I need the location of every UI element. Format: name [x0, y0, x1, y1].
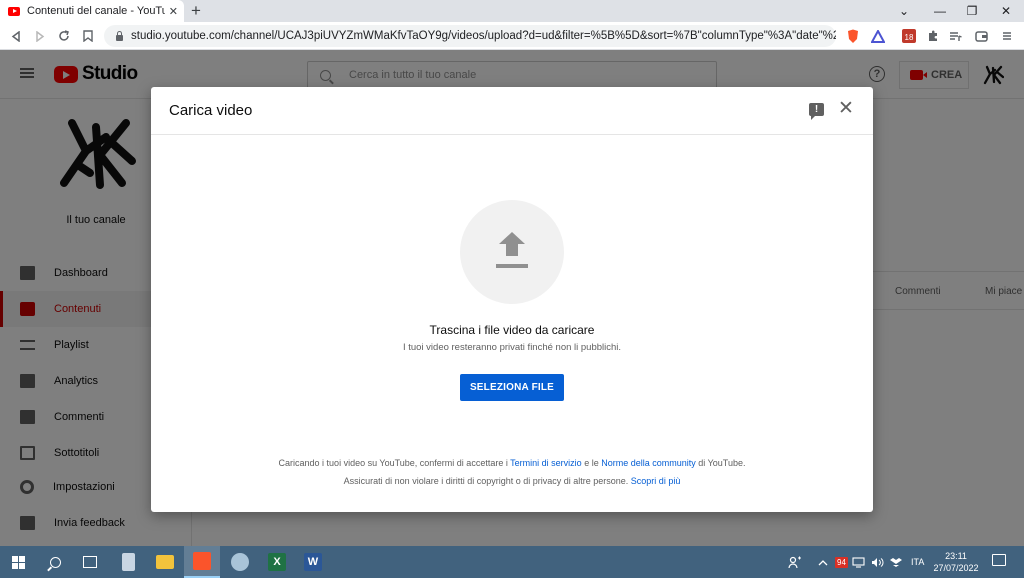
browser-tab[interactable]: Contenuti del canale - YouTube Studio ✕	[0, 0, 184, 22]
extension-badge-icon[interactable]: 18	[900, 27, 918, 45]
taskbar-app-brave[interactable]	[184, 546, 220, 578]
maximize-button[interactable]: ❐	[956, 0, 988, 22]
upload-arrow-icon	[496, 232, 528, 272]
brave-shields-icon[interactable]	[844, 27, 862, 45]
start-button[interactable]	[0, 546, 36, 578]
legal-notice-terms: Caricando i tuoi video su YouTube, confe…	[151, 458, 873, 468]
media-queue-icon[interactable]	[946, 27, 964, 45]
input-language[interactable]: ITA	[911, 546, 924, 578]
extension-badge-count: 18	[905, 33, 914, 42]
notepad-icon	[121, 553, 135, 571]
action-center-icon[interactable]	[992, 554, 1006, 566]
send-feedback-icon[interactable]: !	[809, 103, 824, 120]
network-icon[interactable]	[852, 546, 865, 578]
people-icon[interactable]	[788, 546, 802, 578]
clock-time: 23:11	[945, 551, 967, 561]
task-view-icon	[83, 556, 97, 568]
browser-tabstrip: Contenuti del canale - YouTube Studio ✕ …	[0, 0, 1024, 22]
minimize-button[interactable]: —	[924, 0, 956, 22]
dialog-header: Carica video ! ✕	[151, 87, 873, 135]
tray-badge[interactable]: 94	[835, 546, 848, 578]
legal-text: e le	[581, 458, 602, 468]
legal-text: Caricando i tuoi video su YouTube, confe…	[278, 458, 511, 468]
select-files-button[interactable]: SELEZIONA FILE	[460, 374, 564, 401]
browser-toolbar: studio.youtube.com/channel/UCAJ3piUVYZmW…	[0, 22, 1024, 50]
terms-of-service-link[interactable]: Termini di servizio	[510, 458, 582, 468]
url-text: studio.youtube.com/channel/UCAJ3piUVYZmW…	[131, 30, 836, 42]
legal-text: di YouTube.	[695, 458, 746, 468]
taskbar-app-word[interactable]: W	[295, 546, 331, 578]
upload-drop-zone[interactable]	[460, 200, 564, 304]
edge-icon	[231, 553, 249, 571]
new-tab-button[interactable]: +	[191, 1, 201, 21]
drag-instruction: Trascina i file video da caricare	[429, 323, 595, 337]
windows-logo-icon	[11, 555, 25, 569]
privacy-note: I tuoi video resteranno privati finché n…	[402, 342, 622, 353]
dialog-title: Carica video	[169, 102, 253, 119]
taskbar-app-notepad[interactable]	[110, 546, 146, 578]
lock-icon	[116, 30, 123, 41]
wallet-icon[interactable]	[972, 27, 990, 45]
tab-close-icon[interactable]: ✕	[169, 5, 178, 18]
legal-text: Assicurati di non violare i diritti di c…	[343, 476, 631, 486]
upload-dialog: Carica video ! ✕ Trascina i file video d…	[151, 87, 873, 512]
word-icon: W	[304, 553, 322, 571]
taskbar-app-excel[interactable]: X	[259, 546, 295, 578]
youtube-favicon-icon	[8, 6, 20, 16]
forward-icon[interactable]	[30, 26, 50, 46]
tab-title: Contenuti del canale - YouTube Studio	[27, 5, 165, 17]
address-bar[interactable]: studio.youtube.com/channel/UCAJ3piUVYZmW…	[104, 25, 836, 47]
system-clock[interactable]: 23:11 27/07/2022	[933, 550, 979, 574]
tray-badge-count: 94	[835, 556, 848, 568]
taskbar-app-edge[interactable]	[222, 546, 258, 578]
close-icon[interactable]: ✕	[837, 99, 855, 118]
taskbar-app-file-explorer[interactable]	[147, 546, 183, 578]
taskbar-search-button[interactable]	[37, 546, 73, 578]
volume-icon[interactable]	[871, 546, 884, 578]
windows-taskbar: X W 94 ITA 23:11 27/07/2022	[0, 546, 1024, 578]
brave-rewards-icon[interactable]	[869, 27, 887, 45]
reload-icon[interactable]	[54, 26, 74, 46]
clock-date: 27/07/2022	[933, 563, 979, 573]
show-hidden-icons-icon[interactable]	[818, 546, 828, 578]
community-guidelines-link[interactable]: Norme della community	[601, 458, 696, 468]
back-icon[interactable]	[6, 26, 26, 46]
browser-menu-icon[interactable]	[998, 27, 1016, 45]
tab-search-icon[interactable]: ⌄	[888, 0, 920, 22]
learn-more-link[interactable]: Scopri di più	[631, 476, 681, 486]
legal-notice-copyright: Assicurati di non violare i diritti di c…	[151, 476, 873, 486]
excel-icon: X	[268, 553, 286, 571]
search-icon	[49, 556, 61, 568]
task-view-button[interactable]	[72, 546, 108, 578]
dropbox-icon[interactable]	[890, 546, 902, 578]
extensions-puzzle-icon[interactable]	[924, 27, 942, 45]
brave-icon	[193, 552, 211, 570]
close-window-button[interactable]: ✕	[990, 0, 1022, 22]
folder-icon	[156, 555, 174, 569]
bookmark-icon[interactable]	[78, 26, 98, 46]
